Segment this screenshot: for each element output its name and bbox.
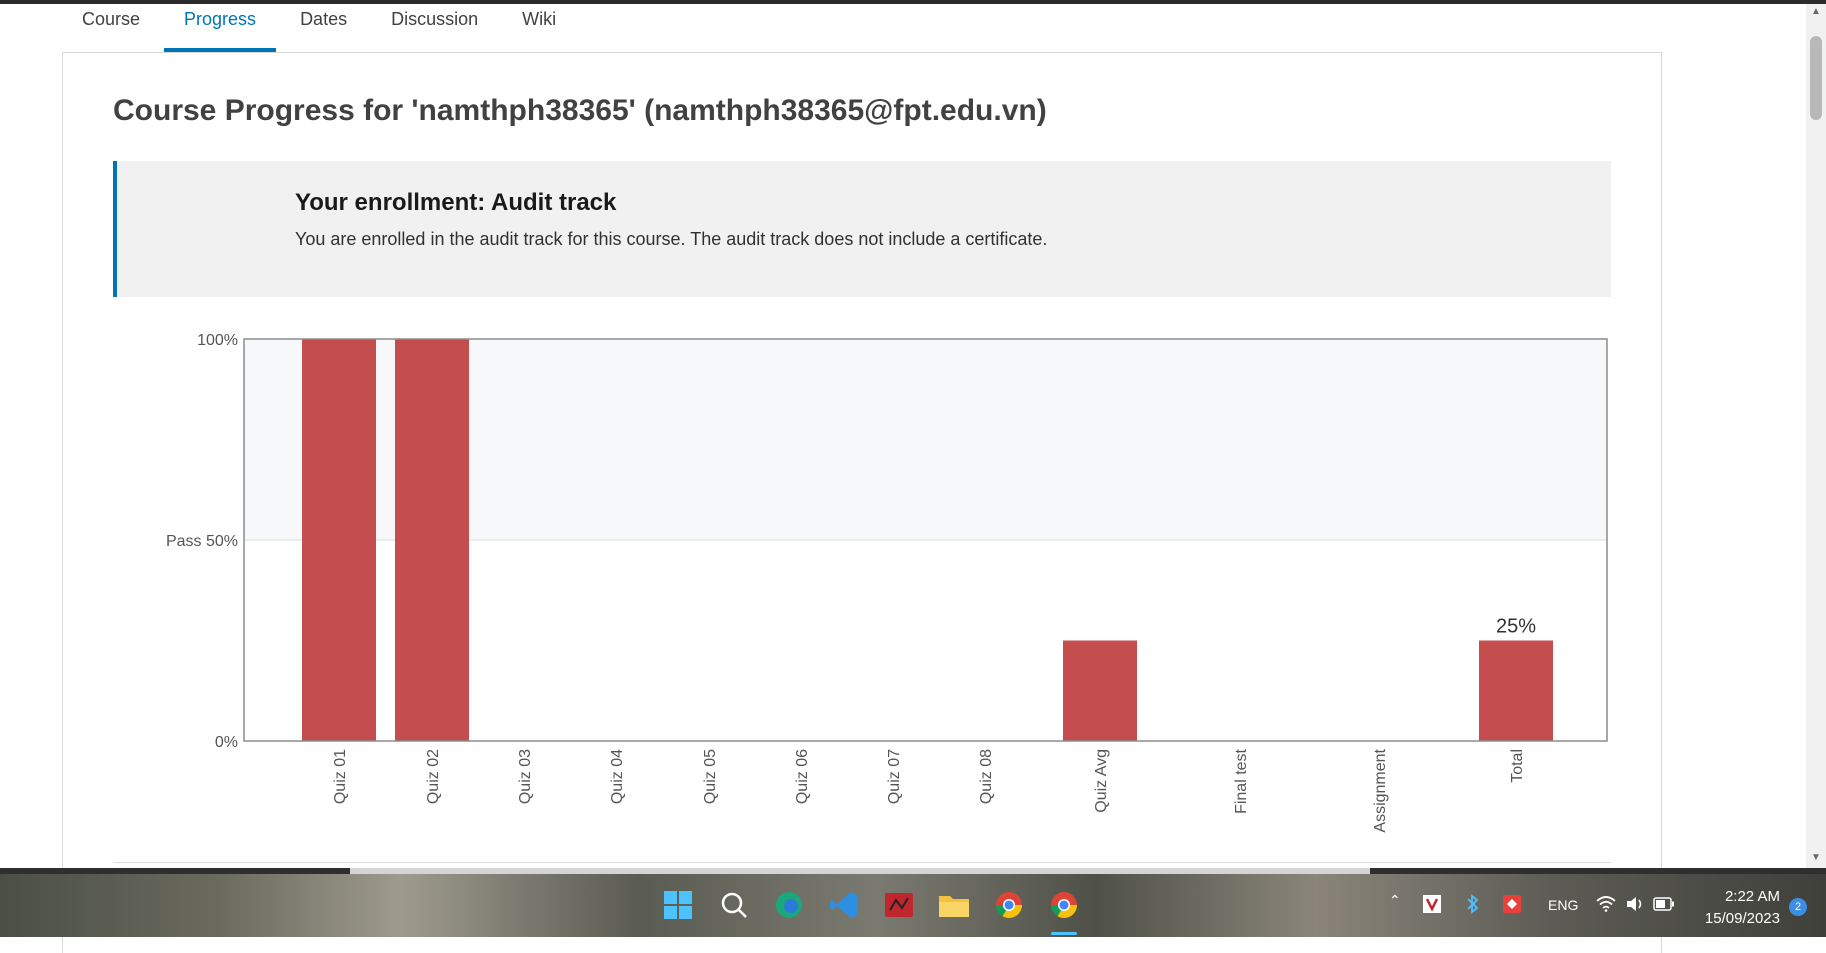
clock-time[interactable]: 2:22 AM [1710, 888, 1780, 905]
x-tick-label: Quiz 05 [702, 749, 719, 804]
wifi-icon[interactable] [1594, 892, 1618, 916]
section-divider [113, 862, 1611, 863]
anydesk-tray-icon[interactable] [1500, 892, 1524, 916]
data-label: 25% [1496, 616, 1536, 638]
chrome-icon[interactable] [992, 888, 1026, 922]
x-tick-label: Quiz 08 [978, 749, 995, 804]
vivaldi-tray-icon[interactable] [1420, 892, 1444, 916]
x-tick-label: Assignment [1372, 748, 1389, 832]
y-tick-label: Pass 50% [166, 533, 238, 550]
x-tick-label: Quiz 06 [794, 749, 811, 804]
y-tick-label: 0% [215, 734, 238, 751]
scroll-down-arrow-icon[interactable]: ▼ [1810, 852, 1822, 864]
bar-quiz-01 [302, 339, 376, 741]
clock-date[interactable]: 15/09/2023 [1690, 910, 1780, 927]
x-tick-label: Quiz Avg [1093, 749, 1110, 813]
x-tick-label: Quiz 04 [609, 749, 626, 804]
search-icon[interactable] [717, 888, 751, 922]
vscode-icon[interactable] [827, 888, 861, 922]
x-tick-label: Quiz 03 [517, 749, 534, 804]
chrome-profile-icon[interactable] [1047, 888, 1081, 922]
bar-quiz-02 [395, 339, 469, 741]
volume-icon[interactable] [1623, 892, 1647, 916]
x-tick-label: Quiz 07 [886, 749, 903, 804]
windows-start-icon[interactable] [661, 888, 695, 922]
y-tick-label: 100% [197, 332, 238, 349]
x-tick-label: Final test [1233, 748, 1250, 813]
edge-browser-icon[interactable] [772, 888, 806, 922]
active-app-indicator [1051, 932, 1077, 935]
vertical-scroll-thumb[interactable] [1810, 36, 1822, 120]
bar-quiz-avg [1063, 640, 1137, 741]
x-tick-label: Total [1509, 749, 1526, 783]
bar-total [1479, 640, 1553, 741]
app-icon[interactable] [882, 888, 916, 922]
notification-badge[interactable]: 2 [1789, 898, 1807, 916]
file-explorer-icon[interactable] [937, 888, 971, 922]
scroll-up-arrow-icon[interactable]: ▲ [1810, 6, 1822, 18]
battery-icon[interactable] [1652, 892, 1676, 916]
vertical-scrollbar[interactable]: ▲ ▼ [1806, 4, 1826, 868]
x-tick-label: Quiz 02 [425, 749, 442, 804]
grade-chart: 100% Pass 50% 0% Quiz 01 Quiz 02 Quiz 03 Quiz… [166, 332, 1608, 833]
bluetooth-icon[interactable] [1461, 892, 1485, 916]
x-tick-label: Quiz 01 [332, 749, 349, 804]
taskbar: ⌃ ENG 2:22 AM 15/09/2023 2 [0, 874, 1826, 937]
language-indicator[interactable]: ENG [1548, 897, 1578, 913]
show-hidden-icons-icon[interactable]: ⌃ [1389, 892, 1401, 909]
